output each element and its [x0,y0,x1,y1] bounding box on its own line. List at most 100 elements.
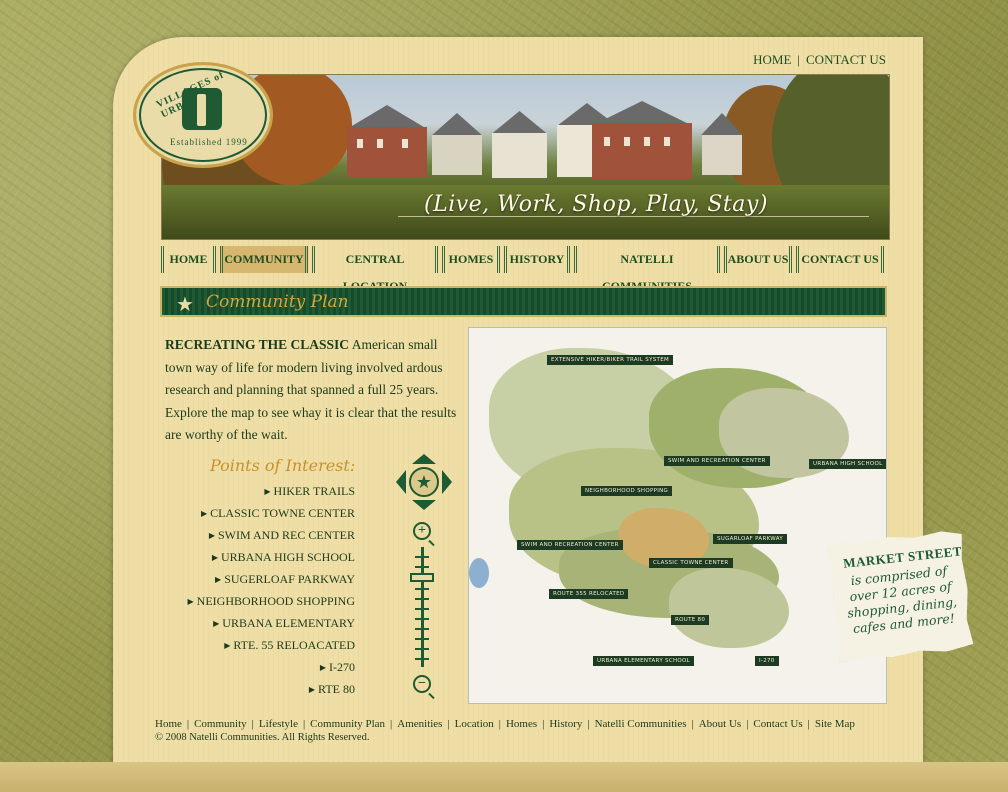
footer-link-amenities[interactable]: Amenities [397,718,442,730]
footer-link-history[interactable]: History [549,718,582,730]
divider: | [587,718,590,730]
footer-link-about[interactable]: About Us [699,718,741,730]
divider: | [447,718,450,730]
nav-contact-us[interactable]: CONTACT US [796,246,884,273]
top-link-home[interactable]: HOME [753,52,791,67]
copyright: © 2008 Natelli Communities. All Rights R… [155,732,370,743]
zoom-tick [415,618,429,620]
map-label[interactable]: EXTENSIVE HIKER/BIKER TRAIL SYSTEM [547,355,674,365]
nav-homes[interactable]: HOMES [442,246,500,273]
tree-seal-icon [182,88,222,130]
poi-list: ▶ HIKER TRAILS ▶ CLASSIC TOWNE CENTER ▶ SWI… [188,484,356,704]
triangle-right-icon: ▶ [319,663,326,672]
map-label[interactable]: SUGARLOAF PARKWAY [713,534,788,544]
poi-label: RTE. 55 RELOACATED [233,638,355,652]
divider: | [797,52,801,67]
footer-link-homes[interactable]: Homes [506,718,537,730]
poi-label: NEIGHBORHOOD SHOPPING [196,594,355,608]
poi-urbana-elementary[interactable]: ▶ URBANA ELEMENTARY [188,616,355,638]
note-text: is comprised of over 12 acres of shoppin… [846,563,958,637]
zoom-tick [415,628,429,630]
poi-label: SUGERLOAF PARKWAY [224,572,355,586]
nav-history[interactable]: HISTORY [504,246,570,273]
triangle-right-icon: ▶ [211,553,218,562]
zoom-out-icon[interactable]: − [413,675,431,693]
triangle-right-icon: ▶ [213,619,220,628]
triangle-right-icon: ▶ [264,487,271,496]
footer-links: Home | Community | Lifestyle | Community Plan |… [155,718,855,730]
divider: | [390,718,393,730]
poi-label: URBANA HIGH SCHOOL [220,550,355,564]
map-label[interactable]: NEIGHBORHOOD SHOPPING [581,486,673,496]
poi-label: SWIM AND REC CENTER [217,528,355,542]
intro-body: American small town way of life for mode… [165,337,457,442]
nav-about-us[interactable]: ABOUT US [724,246,792,273]
map-label[interactable]: SWIM AND RECREATION CENTER [664,456,770,466]
divider: | [251,718,254,730]
map-label[interactable]: URBANA ELEMENTARY SCHOOL [593,656,695,666]
star-icon[interactable]: ★ [409,467,439,497]
map-label[interactable]: ROUTE 355 RELOCATED [549,589,629,599]
map-label[interactable]: CLASSIC TOWNE CENTER [649,558,733,568]
nav-home[interactable]: HOME [161,246,216,273]
poi-i-270[interactable]: ▶ I-270 [188,660,355,682]
poi-rte-55[interactable]: ▶ RTE. 55 RELOACATED [188,638,355,660]
pan-down-icon[interactable] [412,500,436,510]
poi-neighborhood-shopping[interactable]: ▶ NEIGHBORHOOD SHOPPING [188,594,356,616]
footer-link-location[interactable]: Location [455,718,494,730]
poi-label: HIKER TRAILS [273,484,355,498]
poi-classic-towne-center[interactable]: ▶ CLASSIC TOWNE CENTER [188,506,355,528]
logo-text-bottom: Established 1999 [170,137,248,147]
nav-natelli-communities[interactable]: NATELLI COMMUNITIES [574,246,720,293]
nav-central-location[interactable]: CENTRAL LOCATION [312,246,438,293]
house [701,113,743,175]
footer-link-lifestyle[interactable]: Lifestyle [259,718,298,730]
top-link-contact[interactable]: CONTACT US [806,52,886,67]
divider: | [807,718,810,730]
map-label[interactable]: SWIM AND RECREATION CENTER [517,540,623,550]
poi-urbana-high-school[interactable]: ▶ URBANA HIGH SCHOOL [188,550,355,572]
main-nav: HOME COMMUNITY CENTRAL LOCATION HOMES HI… [161,246,888,293]
footer-link-home[interactable]: Home [155,718,182,730]
divider: | [498,718,501,730]
zoom-slider-handle[interactable] [410,573,434,582]
footer-link-contact[interactable]: Contact Us [753,718,802,730]
footer-link-sitemap[interactable]: Site Map [815,718,855,730]
intro-lead: RECREATING THE CLASSIC [165,337,350,352]
zoom-tick [415,598,429,600]
map-label[interactable]: URBANA HIGH SCHOOL [809,459,886,469]
poi-rte-80[interactable]: ▶ RTE 80 [188,682,355,704]
pond [469,558,489,588]
pan-up-icon[interactable] [412,454,436,464]
nav-community[interactable]: COMMUNITY [220,246,308,273]
poi-hiker-trails[interactable]: ▶ HIKER TRAILS [188,484,355,506]
community-plan-map[interactable]: EXTENSIVE HIKER/BIKER TRAIL SYSTEM SWIM … [468,327,887,704]
house [592,101,692,179]
poi-title: Points of Interest: [210,456,356,475]
zoom-tick [415,608,429,610]
poi-swim-rec-center[interactable]: ▶ SWIM AND REC CENTER [188,528,355,550]
bottom-band [0,762,1008,792]
triangle-right-icon: ▶ [200,509,208,518]
pan-left-icon[interactable] [396,470,406,494]
villages-of-urbana-logo[interactable]: VILLAGES of URBANA Established 1999 [133,62,273,168]
triangle-right-icon: ▶ [308,685,316,694]
zoom-tick [415,588,429,590]
divider: | [302,718,306,730]
intro-text: RECREATING THE CLASSIC American small to… [165,334,465,447]
zoom-tick [415,556,429,558]
zoom-in-icon[interactable]: + [413,522,431,540]
footer-link-community-plan[interactable]: Community Plan [310,718,385,730]
poi-label: I-270 [329,660,355,674]
poi-sugerloaf-parkway[interactable]: ▶ SUGERLOAF PARKWAY [188,572,355,594]
map-label[interactable]: ROUTE 80 [671,615,710,625]
pan-right-icon[interactable] [442,470,452,494]
footer-link-community[interactable]: Community [194,718,247,730]
map-label[interactable]: I-270 [755,656,779,666]
poi-label: CLASSIC TOWNE CENTER [210,506,355,520]
triangle-right-icon: ▶ [224,641,231,650]
footer-link-natelli[interactable]: Natelli Communities [595,718,687,730]
market-street-note: MARKET STREET is comprised of over 12 ac… [827,529,974,662]
zoom-tick [415,638,429,640]
poi-label: RTE 80 [318,682,355,696]
